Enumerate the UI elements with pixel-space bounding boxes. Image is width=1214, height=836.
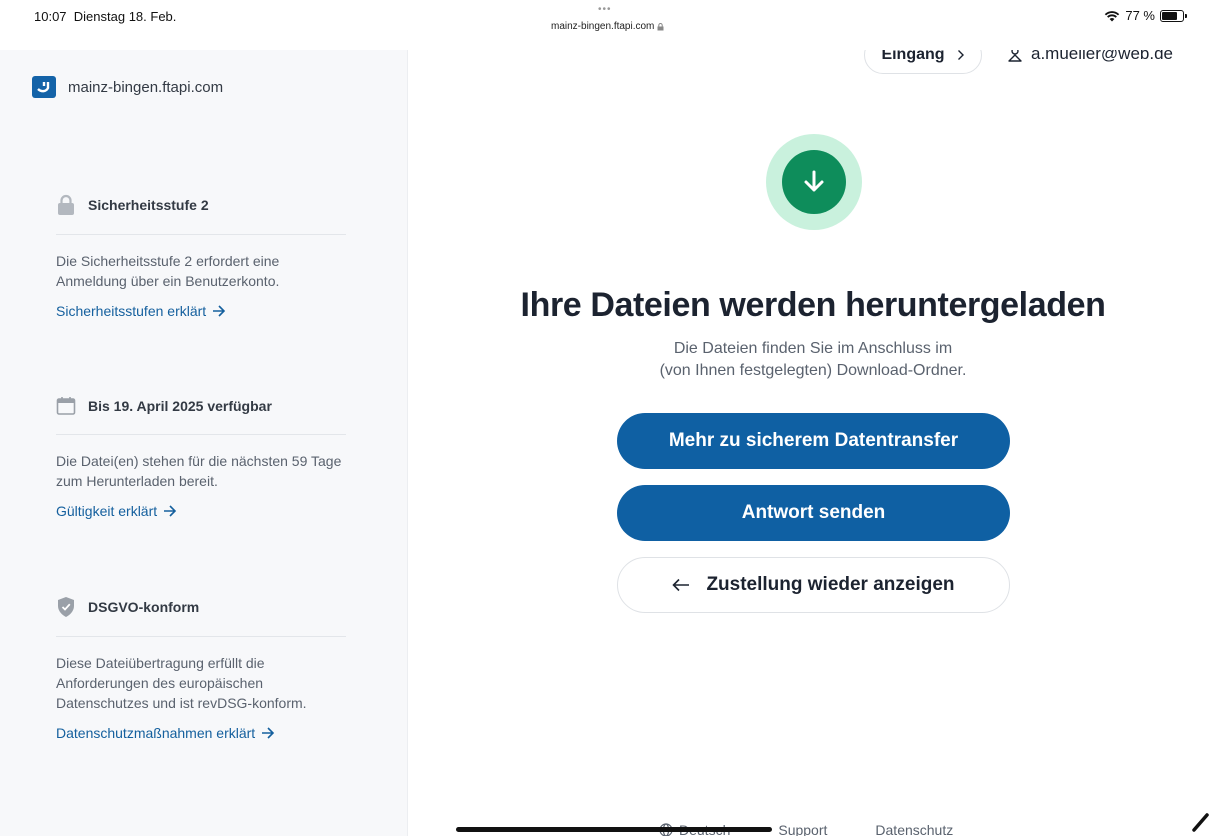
info-header: Sicherheitsstufe 2 [56, 194, 346, 235]
time-text: 10:07 [34, 9, 67, 24]
chevron-right-icon [957, 50, 964, 60]
status-bar: 10:07 Dienstag 18. Feb. ••• mainz-bingen… [0, 0, 1214, 50]
info-title: Sicherheitsstufe 2 [88, 197, 209, 213]
subtitle-line-1: Die Dateien finden Sie im Anschluss im [673, 340, 953, 357]
page-subtitle: Die Dateien finden Sie im Anschluss im (… [409, 338, 1214, 382]
availability-block: Bis 19. April 2025 verfügbar Die Datei(e… [56, 396, 346, 519]
battery-level [1162, 11, 1178, 20]
subtitle-line-2: (von Ihnen festgelegten) Download-Ordner… [659, 362, 967, 379]
info-description: Die Sicherheitsstufe 2 erfordert eine An… [56, 253, 280, 289]
info-description: Die Datei(en) stehen für die nächsten 59… [56, 453, 342, 489]
info-header: Bis 19. April 2025 verfügbar [56, 396, 346, 435]
shield-check-icon [58, 597, 74, 617]
brand-domain: mainz-bingen.ftapi.com [68, 78, 224, 96]
security-level-block: Sicherheitsstufe 2 Die Sicherheitsstufe … [56, 194, 346, 319]
wifi-icon [1105, 10, 1120, 21]
main-content: Eingang a.mueller@web.de Ihre Dateien we… [409, 36, 1214, 836]
download-icon [782, 150, 846, 214]
show-delivery-again-button[interactable]: Zustellung wieder anzeigen [617, 557, 1010, 613]
battery-icon [1160, 9, 1187, 22]
privacy-measures-link[interactable]: Datenschutzmaßnahmen erklärt [56, 725, 346, 741]
lock-icon [657, 22, 664, 30]
privacy-link[interactable]: Datenschutz [875, 822, 953, 836]
support-link[interactable]: Support [778, 822, 827, 836]
validity-link[interactable]: Gültigkeit erklärt [56, 503, 346, 519]
date-text: Dienstag 18. Feb. [73, 9, 177, 24]
link-text: Sicherheitsstufen erklärt [56, 303, 207, 319]
info-title: Bis 19. April 2025 verfügbar [88, 398, 272, 414]
info-description: Diese Dateiübertragung erfüllt die Anfor… [56, 655, 307, 711]
home-indicator[interactable] [456, 827, 772, 832]
status-indicators: 77 % [1104, 8, 1187, 23]
arrow-right-icon [213, 305, 226, 317]
pencil-icon[interactable] [1192, 812, 1210, 832]
battery-text: 77 % [1125, 8, 1155, 23]
lock-icon [58, 194, 74, 215]
security-levels-link[interactable]: Sicherheitsstufen erklärt [56, 303, 346, 319]
info-header: DSGVO-konform [56, 596, 346, 637]
secure-transfer-info-button[interactable]: Mehr zu sicherem Datentransfer [617, 413, 1010, 469]
multitask-dots[interactable]: ••• [598, 4, 612, 15]
info-title: DSGVO-konform [88, 599, 200, 615]
send-reply-button[interactable]: Antwort senden [617, 485, 1010, 541]
arrow-right-icon [262, 727, 275, 739]
sidebar: mainz-bingen.ftapi.com Sicherheitsstufe … [0, 50, 408, 836]
arrow-left-icon [672, 578, 690, 592]
link-text: Gültigkeit erklärt [56, 503, 158, 519]
brand[interactable]: mainz-bingen.ftapi.com [32, 76, 223, 98]
download-status-badge [766, 134, 862, 230]
address-bar[interactable]: mainz-bingen.ftapi.com [551, 21, 664, 32]
page-title: Ihre Dateien werden heruntergeladen [520, 286, 1106, 324]
arrow-right-icon [164, 505, 177, 517]
button-label: Zustellung wieder anzeigen [706, 574, 955, 595]
status-time: 10:07 Dienstag 18. Feb. [34, 9, 176, 24]
ftapi-logo-icon [32, 76, 56, 98]
gdpr-block: DSGVO-konform Diese Dateiübertragung erf… [56, 596, 346, 741]
link-text: Datenschutzmaßnahmen erklärt [56, 725, 256, 741]
calendar-icon [56, 397, 76, 415]
url-text: mainz-bingen.ftapi.com [551, 21, 655, 32]
